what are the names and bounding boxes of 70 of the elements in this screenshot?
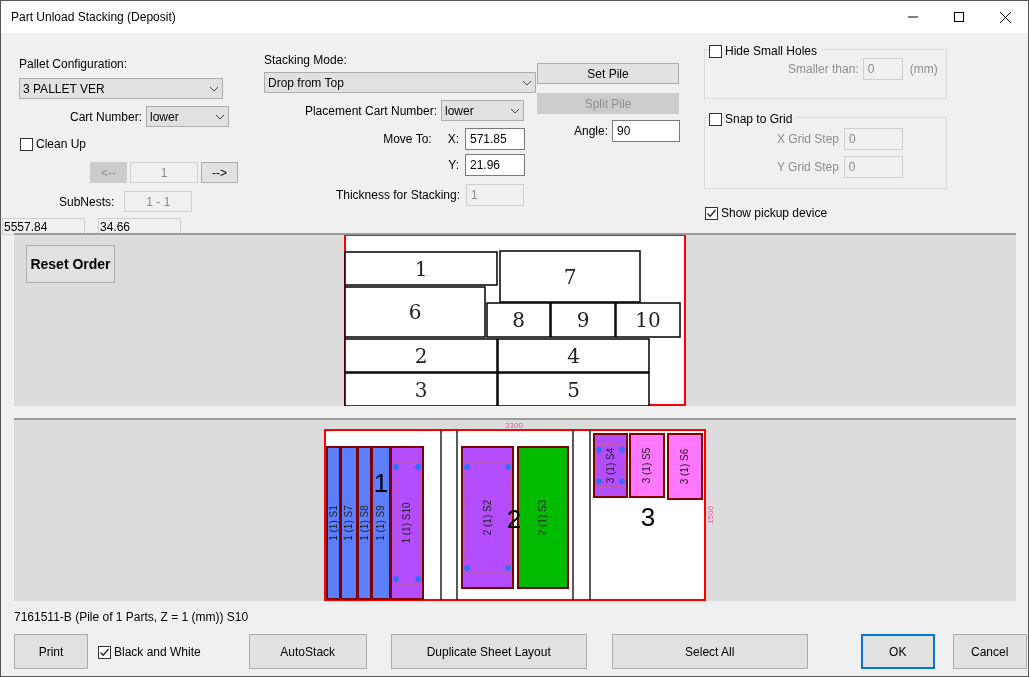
checkbox-label: Clean Up bbox=[36, 136, 87, 153]
checkbox-label: Black and White bbox=[114, 644, 201, 661]
width-dimension: 3300 bbox=[505, 421, 523, 430]
footer-button[interactable]: AutoStack bbox=[248, 634, 367, 669]
part-shape[interactable]: 3 (1) S5 bbox=[629, 433, 665, 498]
angle-field[interactable]: 90 bbox=[612, 120, 680, 142]
field-label: SubNests: bbox=[59, 193, 115, 211]
print-mode-checkbox[interactable] bbox=[98, 645, 111, 659]
footer-button[interactable]: Cancel bbox=[952, 634, 1027, 669]
stack-order-box[interactable]: 10 bbox=[615, 302, 681, 338]
pallet-number: 3 bbox=[640, 502, 656, 532]
show-pickup-checkbox[interactable] bbox=[705, 206, 718, 220]
field-label: Y Grid Step bbox=[777, 159, 839, 176]
hide-small-holes-checkbox[interactable] bbox=[709, 44, 722, 58]
cart-number-select[interactable]: lower bbox=[146, 106, 230, 127]
field-label: Move To: bbox=[383, 131, 432, 148]
chevron-icon bbox=[510, 107, 520, 114]
pallet-number: 1 bbox=[373, 468, 389, 498]
field-label: X: bbox=[447, 131, 459, 148]
footer-button[interactable]: Print bbox=[14, 634, 88, 669]
part-shape[interactable]: 1 (1) S10 bbox=[390, 446, 424, 600]
x-field[interactable]: 571.85 bbox=[465, 128, 525, 150]
close-icon bbox=[999, 11, 1011, 23]
stack-order-box[interactable]: 4 bbox=[497, 338, 650, 373]
field-label: X Grid Step bbox=[777, 131, 840, 148]
pallet-configuration-select[interactable]: 3 PALLET VER bbox=[19, 78, 223, 99]
field-label: Placement Cart Number: bbox=[304, 102, 437, 120]
chevron-icon bbox=[522, 79, 532, 86]
part-shape[interactable]: 1 (1) S1 bbox=[326, 446, 341, 600]
height-dimension: 1500 bbox=[706, 506, 715, 524]
field-label: Thickness for Stacking: bbox=[335, 187, 460, 204]
y-field[interactable]: 21.96 bbox=[465, 154, 525, 176]
part-shape[interactable]: 3 (1) S6 bbox=[667, 433, 703, 500]
chevron-icon bbox=[215, 113, 226, 120]
stack-order-box[interactable]: 3 bbox=[344, 372, 498, 406]
footer-button[interactable]: OK bbox=[860, 634, 935, 669]
checkbox-label: Snap to Grid bbox=[725, 111, 793, 128]
status-text: 7161511-B (Pile of 1 Parts, Z = 1 (mm)) S10 bbox=[14, 609, 249, 626]
next-button[interactable]: --> bbox=[201, 162, 238, 183]
stack-order-box[interactable]: 2 bbox=[344, 338, 498, 373]
stacking-mode-select[interactable]: Drop from Top bbox=[264, 72, 536, 93]
field-label: Y: bbox=[448, 157, 459, 174]
part-shape[interactable]: 1 (1) S8 bbox=[357, 446, 372, 600]
unit-label: (mm) bbox=[909, 61, 938, 78]
part-shape[interactable]: 3 (1) S4 bbox=[593, 433, 628, 498]
snap-to-grid-checkbox[interactable] bbox=[709, 112, 722, 126]
placement-cart-select[interactable]: lower bbox=[441, 100, 524, 121]
maximize-icon bbox=[954, 12, 964, 22]
field-label: Smaller than: bbox=[788, 61, 859, 78]
chevron-icon bbox=[209, 85, 219, 92]
stack-order-box[interactable]: 1 bbox=[344, 251, 498, 286]
field-label: Pallet Configuration: bbox=[19, 57, 128, 71]
checkbox-label: Show pickup device bbox=[721, 205, 828, 222]
clean-up-checkbox[interactable] bbox=[20, 137, 33, 151]
stack-order-box[interactable]: 7 bbox=[499, 250, 641, 303]
footer-button[interactable]: Select All bbox=[611, 634, 808, 669]
set-pile-button[interactable]: Set Pile bbox=[537, 63, 679, 84]
field-label: Angle: bbox=[573, 123, 608, 140]
checkbox-label: Hide Small Holes bbox=[725, 43, 818, 60]
reset-order-button[interactable]: Reset Order bbox=[26, 245, 115, 283]
field-label: Cart Number: bbox=[70, 108, 143, 126]
stack-order-box[interactable]: 6 bbox=[344, 286, 486, 338]
readout-field: 5557.84 bbox=[2, 218, 85, 235]
stack-order-box[interactable]: 9 bbox=[550, 302, 616, 338]
window-title: Part Unload Stacking (Deposit) bbox=[11, 9, 176, 26]
stack-order-box[interactable]: 8 bbox=[486, 302, 551, 338]
field-label: Stacking Mode: bbox=[264, 52, 348, 69]
stack-order-box[interactable]: 5 bbox=[497, 372, 650, 406]
part-shape[interactable]: 1 (1) S7 bbox=[340, 446, 358, 600]
footer-button[interactable]: Duplicate Sheet Layout bbox=[390, 634, 587, 669]
